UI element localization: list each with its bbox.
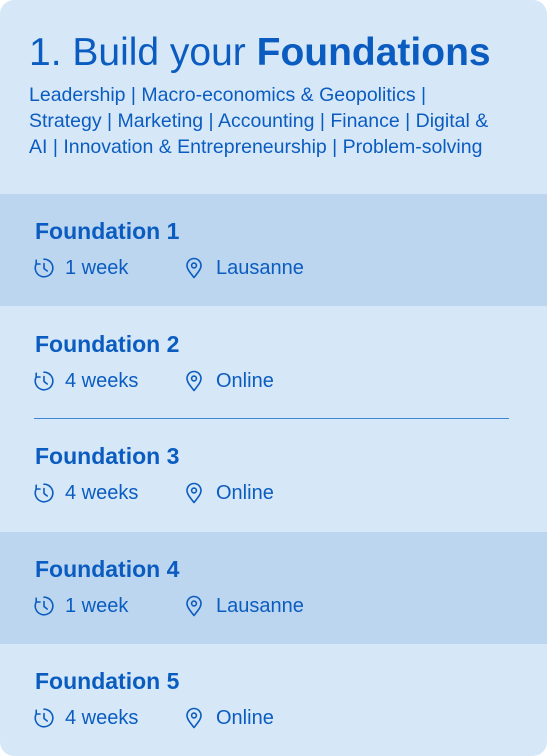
foundation-title: Foundation 5 xyxy=(35,668,180,694)
clock-icon xyxy=(33,707,55,729)
foundation-title: Foundation 1 xyxy=(35,218,180,244)
duration-label: 1 week xyxy=(65,594,129,617)
location-label: Online xyxy=(216,481,274,504)
foundation-row-5[interactable]: Foundation 5 4 weeks Online xyxy=(0,644,547,756)
duration-label: 4 weeks xyxy=(65,369,139,392)
foundation-meta: 1 week Lausanne xyxy=(33,255,304,281)
clock-icon xyxy=(33,482,55,504)
title-prefix: 1. Build your xyxy=(29,31,257,74)
foundation-meta: 4 weeks Online xyxy=(33,368,274,394)
location-pin-icon xyxy=(183,370,205,392)
location-label: Online xyxy=(216,369,274,392)
location-label: Lausanne xyxy=(216,256,304,279)
foundation-title: Foundation 2 xyxy=(35,331,180,357)
duration-label: 1 week xyxy=(65,256,129,279)
title-bold: Foundations xyxy=(256,31,491,74)
foundation-title: Foundation 4 xyxy=(35,556,180,582)
clock-icon xyxy=(33,370,55,392)
foundation-meta: 4 weeks Online xyxy=(33,480,274,506)
foundation-title: Foundation 3 xyxy=(35,443,180,469)
duration-label: 4 weeks xyxy=(65,481,139,504)
foundation-row-3[interactable]: Foundation 3 4 weeks Online xyxy=(0,419,547,531)
foundation-meta: 1 week Lausanne xyxy=(33,593,304,619)
foundation-row-1[interactable]: Foundation 1 1 week Lausanne xyxy=(0,194,547,306)
foundation-meta: 4 weeks Online xyxy=(33,705,274,731)
location-label: Online xyxy=(216,706,274,729)
location-pin-icon xyxy=(183,482,205,504)
foundation-row-4[interactable]: Foundation 4 1 week Lausanne xyxy=(0,532,547,644)
location-pin-icon xyxy=(183,707,205,729)
foundation-row-2[interactable]: Foundation 2 4 weeks Online xyxy=(0,307,547,419)
location-pin-icon xyxy=(183,595,205,617)
clock-icon xyxy=(33,257,55,279)
card-header: 1. Build your Foundations Leadership | M… xyxy=(29,30,529,160)
card-title: 1. Build your Foundations xyxy=(29,30,529,76)
location-pin-icon xyxy=(183,257,205,279)
duration-label: 4 weeks xyxy=(65,706,139,729)
location-label: Lausanne xyxy=(216,594,304,617)
clock-icon xyxy=(33,595,55,617)
topics-subtitle: Leadership | Macro-economics & Geopoliti… xyxy=(29,84,489,158)
foundations-card: 1. Build your Foundations Leadership | M… xyxy=(0,0,547,756)
